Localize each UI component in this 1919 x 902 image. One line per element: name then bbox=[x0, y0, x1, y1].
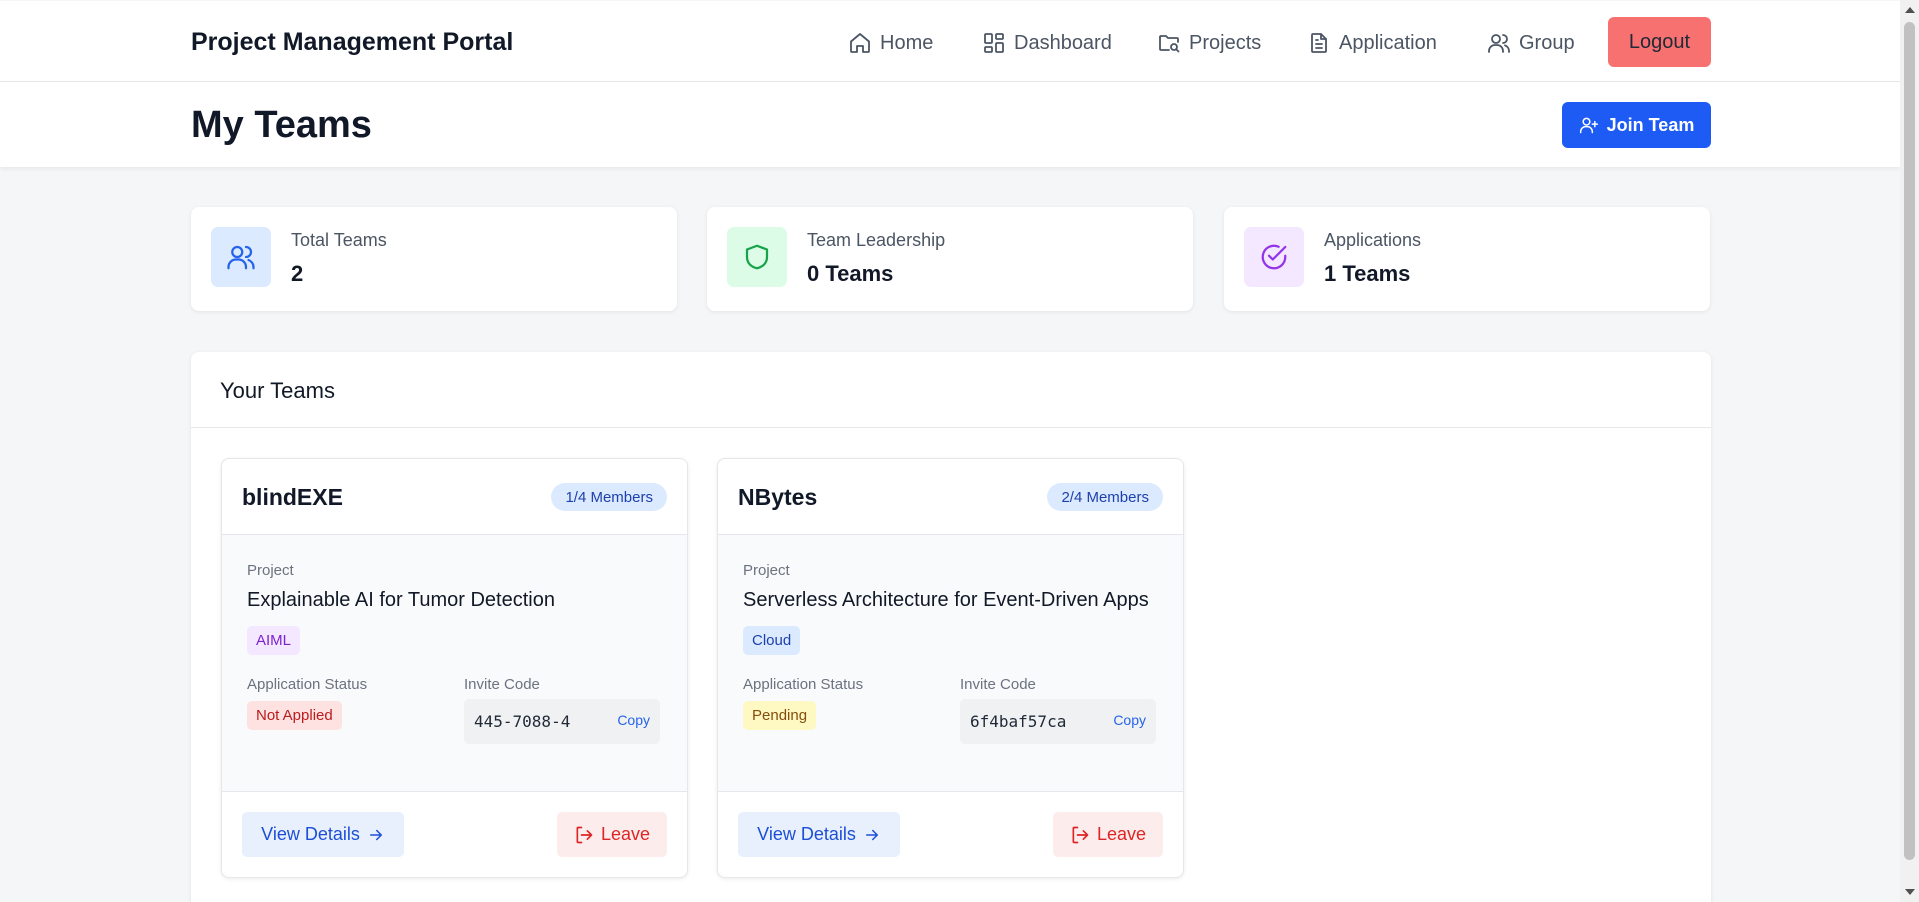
home-icon bbox=[850, 33, 870, 53]
invite-code-label: Invite Code bbox=[464, 676, 540, 693]
copy-invite-button[interactable]: Copy bbox=[1113, 712, 1146, 728]
join-team-label: Join Team bbox=[1606, 114, 1695, 135]
members-badge: 2/4 Members bbox=[1047, 483, 1163, 511]
nav-projects-label: Projects bbox=[1189, 31, 1262, 54]
application-status-label: Application Status bbox=[247, 676, 368, 693]
application-document-icon bbox=[1311, 33, 1327, 53]
nav-dashboard[interactable]: Dashboard bbox=[982, 28, 1112, 58]
team-card-body: Project Explainable AI for Tumor Detecti… bbox=[222, 535, 687, 792]
status-badge: Not Applied bbox=[247, 701, 342, 730]
invite-code-value: 6f4baf57ca bbox=[970, 712, 1067, 731]
users-icon bbox=[227, 245, 255, 270]
group-users-icon bbox=[1488, 34, 1510, 53]
stat-icon-box bbox=[1244, 227, 1304, 287]
leave-team-button[interactable]: Leave bbox=[1053, 812, 1163, 857]
project-title: Serverless Architecture for Event-Driven… bbox=[743, 589, 1149, 611]
logout-icon bbox=[1072, 826, 1089, 843]
check-circle-icon bbox=[1261, 244, 1287, 270]
panel-header: Your Teams bbox=[191, 352, 1711, 428]
stat-icon-box bbox=[727, 227, 787, 287]
stat-card-team-leadership: Team Leadership 0 Teams bbox=[707, 207, 1193, 311]
invite-code-label: Invite Code bbox=[960, 676, 1036, 693]
view-details-label: View Details bbox=[261, 824, 360, 844]
top-navbar: Project Management Portal Home Dashboard… bbox=[0, 1, 1900, 82]
team-name: blindEXE bbox=[242, 484, 343, 510]
members-badge: 1/4 Members bbox=[551, 483, 667, 511]
domain-tag: AIML bbox=[247, 626, 301, 655]
stat-value: 0 Teams bbox=[807, 261, 894, 286]
view-details-button[interactable]: View Details bbox=[738, 812, 900, 857]
nav-group-label: Group bbox=[1519, 31, 1575, 54]
page-header: My Teams Join Team bbox=[0, 82, 1900, 167]
brand-title[interactable]: Project Management Portal bbox=[191, 28, 513, 57]
arrow-right-icon bbox=[865, 829, 878, 840]
join-team-button[interactable]: Join Team bbox=[1562, 102, 1711, 148]
team-card-header: NBytes 2/4 Members bbox=[718, 459, 1183, 535]
logout-button[interactable]: Logout bbox=[1608, 17, 1711, 67]
projects-folder-icon bbox=[1159, 35, 1180, 53]
leave-label: Leave bbox=[1096, 824, 1147, 844]
invite-code-value: 445-7088-4 bbox=[474, 712, 571, 731]
nav-dashboard-label: Dashboard bbox=[1014, 31, 1112, 54]
user-plus-icon bbox=[1579, 117, 1598, 134]
arrow-right-icon bbox=[369, 829, 382, 840]
scroll-down-arrow-icon[interactable] bbox=[1905, 889, 1915, 895]
project-title: Explainable AI for Tumor Detection bbox=[247, 589, 555, 611]
stat-card-applications: Applications 1 Teams bbox=[1224, 207, 1710, 311]
stat-icon-box bbox=[211, 227, 271, 287]
status-badge: Pending bbox=[743, 701, 817, 730]
project-label: Project bbox=[743, 562, 790, 579]
nav-application-label: Application bbox=[1339, 31, 1437, 54]
leave-team-button[interactable]: Leave bbox=[557, 812, 667, 857]
scrollbar-thumb[interactable] bbox=[1904, 22, 1915, 860]
stat-label: Applications bbox=[1324, 230, 1422, 250]
team-card-body: Project Serverless Architecture for Even… bbox=[718, 535, 1183, 792]
page-title: My Teams bbox=[191, 104, 372, 146]
nav-home[interactable]: Home bbox=[848, 28, 933, 58]
team-card-nbytes: NBytes 2/4 Members Project Serverless Ar… bbox=[717, 458, 1184, 878]
scroll-up-arrow-icon[interactable] bbox=[1905, 7, 1915, 13]
nav-application[interactable]: Application bbox=[1307, 28, 1437, 58]
leave-label: Leave bbox=[600, 824, 651, 844]
dashboard-icon bbox=[984, 33, 1004, 53]
project-label: Project bbox=[247, 562, 294, 579]
stat-card-total-teams: Total Teams 2 bbox=[191, 207, 677, 311]
team-card-header: blindEXE 1/4 Members bbox=[222, 459, 687, 535]
stat-value: 1 Teams bbox=[1324, 261, 1411, 286]
nav-projects[interactable]: Projects bbox=[1157, 28, 1261, 58]
nav-group[interactable]: Group bbox=[1487, 28, 1575, 58]
team-name: NBytes bbox=[738, 484, 818, 510]
nav-home-label: Home bbox=[880, 31, 934, 54]
panel-title: Your Teams bbox=[220, 378, 335, 403]
team-card-blindexe: blindEXE 1/4 Members Project Explainable… bbox=[221, 458, 688, 878]
view-details-label: View Details bbox=[757, 824, 856, 844]
domain-tag: Cloud bbox=[743, 626, 801, 655]
view-details-button[interactable]: View Details bbox=[242, 812, 404, 857]
page-scrollbar[interactable] bbox=[1900, 0, 1919, 902]
shield-icon bbox=[745, 244, 769, 270]
stat-label: Team Leadership bbox=[807, 230, 946, 250]
invite-code-box: 445-7088-4 Copy bbox=[464, 699, 660, 744]
application-status-label: Application Status bbox=[743, 676, 864, 693]
stat-label: Total Teams bbox=[291, 230, 387, 250]
stat-value: 2 bbox=[291, 261, 304, 286]
copy-invite-button[interactable]: Copy bbox=[617, 712, 650, 728]
invite-code-box: 6f4baf57ca Copy bbox=[960, 699, 1156, 744]
logout-icon bbox=[576, 826, 593, 843]
